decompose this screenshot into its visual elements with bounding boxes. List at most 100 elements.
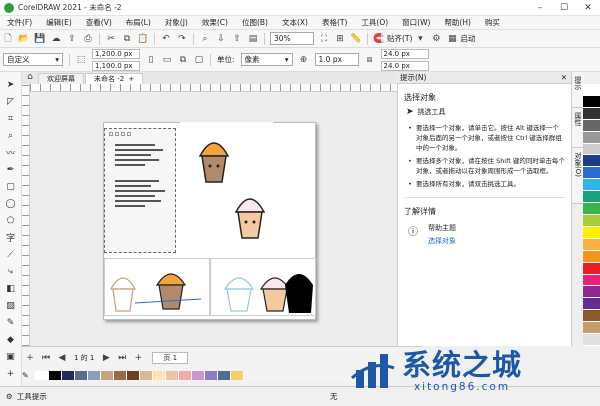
add-page-icon[interactable]: +	[23, 351, 37, 365]
gear-icon[interactable]: ⚙	[429, 32, 443, 46]
zoom-tool-icon[interactable]: ⌕	[4, 129, 18, 143]
shadow-tool-icon[interactable]: ◧	[4, 282, 18, 296]
page-tab-1[interactable]: 页 1	[152, 351, 189, 364]
palette-swatch[interactable]	[583, 286, 600, 299]
document-palette-swatch[interactable]	[218, 370, 231, 380]
launch-label[interactable]: 启动	[460, 33, 475, 44]
crop-tool-icon[interactable]: ⌗	[4, 112, 18, 126]
page-preset-select[interactable]: 自定义 ▾	[3, 53, 63, 66]
palette-swatch[interactable]	[583, 119, 600, 132]
import-icon[interactable]: ⇩	[214, 32, 228, 46]
menu-item[interactable]: 购买	[478, 17, 507, 28]
launch-icon[interactable]: ▦	[445, 32, 459, 46]
dup-x-field[interactable]: 24.0 px	[380, 48, 429, 59]
grid-icon[interactable]: ⊞	[333, 32, 347, 46]
menu-item[interactable]: 文件(F)	[0, 17, 39, 28]
cut-icon[interactable]: ✂	[104, 32, 118, 46]
document-palette-swatch[interactable]	[166, 370, 179, 380]
menu-item[interactable]: 效果(C)	[195, 17, 235, 28]
palette-swatch[interactable]	[583, 131, 600, 144]
eyedropper-tool-icon[interactable]: ✎	[4, 316, 18, 330]
menu-item[interactable]: 查看(V)	[79, 17, 119, 28]
palette-swatch[interactable]	[583, 107, 600, 120]
first-page-icon[interactable]: ⏮	[39, 351, 53, 365]
palette-swatch[interactable]	[583, 214, 600, 227]
palette-swatch[interactable]	[583, 203, 600, 215]
cloud-upload-icon[interactable]: ⇪	[65, 32, 79, 46]
document-palette-swatch[interactable]	[49, 370, 62, 380]
menu-item[interactable]: 编辑(E)	[39, 17, 79, 28]
chevron-down-icon[interactable]: ▾	[413, 32, 427, 46]
document-palette-swatch[interactable]	[75, 370, 88, 380]
menu-item[interactable]: 窗口(W)	[395, 17, 437, 28]
shape-tool-icon[interactable]: ◸	[4, 95, 18, 109]
landscape-icon[interactable]: ▭	[160, 53, 174, 67]
palette-swatch[interactable]	[583, 155, 600, 168]
color-palette[interactable]	[583, 84, 600, 346]
transparency-tool-icon[interactable]: ▨	[4, 299, 18, 313]
close-icon[interactable]: ✕	[561, 73, 567, 82]
snap-label[interactable]: 贴齐(T)	[387, 33, 412, 44]
palette-swatch[interactable]	[583, 191, 600, 204]
artistic-media-icon[interactable]: ✒	[4, 163, 18, 177]
minimize-icon[interactable]: –	[528, 0, 552, 16]
next-page-icon[interactable]: ▶	[99, 351, 113, 365]
menu-item[interactable]: 位图(B)	[235, 17, 275, 28]
open-icon[interactable]: 📂	[17, 32, 31, 46]
document-palette-swatch[interactable]	[101, 370, 114, 380]
polygon-tool-icon[interactable]: ⬠	[4, 214, 18, 228]
save-icon[interactable]: 💾	[33, 32, 47, 46]
palette-swatch[interactable]	[583, 310, 600, 323]
help-topic-link[interactable]: 选择对象	[428, 236, 456, 246]
paste-icon[interactable]: 📋	[136, 32, 150, 46]
palette-swatch[interactable]	[583, 226, 600, 239]
parallel-dimension-icon[interactable]: ⟋	[4, 248, 18, 262]
document-palette-swatch[interactable]	[36, 370, 49, 380]
interactive-fill-icon[interactable]: ◆	[4, 333, 18, 347]
redo-icon[interactable]: ↷	[175, 32, 189, 46]
document-palette-swatch[interactable]	[127, 370, 140, 380]
home-icon[interactable]: ⌂	[23, 70, 37, 84]
menu-item[interactable]: 文本(X)	[275, 17, 315, 28]
document-palette-swatch[interactable]	[192, 370, 205, 380]
cloud-icon[interactable]: ☁	[49, 32, 63, 46]
horizontal-ruler[interactable]	[30, 84, 397, 92]
palette-swatch[interactable]	[583, 95, 600, 108]
print-icon[interactable]: ⎙	[81, 32, 95, 46]
rectangle-tool-icon[interactable]: ▢	[4, 180, 18, 194]
document-palette-swatch[interactable]	[62, 370, 75, 380]
palette-swatch[interactable]	[583, 167, 600, 180]
gear-icon[interactable]: ⚙	[6, 392, 13, 401]
palette-swatch[interactable]	[583, 238, 600, 251]
palette-swatch[interactable]	[583, 322, 600, 335]
palette-swatch[interactable]	[583, 298, 600, 311]
document-palette-swatch[interactable]	[114, 370, 127, 380]
document-palette-swatch[interactable]	[153, 370, 166, 380]
menu-item[interactable]: 表格(T)	[315, 17, 354, 28]
smart-fill-icon[interactable]: ▣	[4, 350, 18, 364]
document-palette-swatch[interactable]	[140, 370, 153, 380]
palette-swatch[interactable]	[583, 262, 600, 275]
new-document-icon[interactable]: 🗋	[1, 32, 15, 46]
portrait-icon[interactable]: ▯	[144, 53, 158, 67]
add-page-end-icon[interactable]: +	[131, 351, 145, 365]
palette-swatch[interactable]	[583, 250, 600, 263]
pick-tool-icon[interactable]: ➤	[4, 78, 18, 92]
eyedropper-icon[interactable]: ✎	[22, 370, 36, 380]
palette-swatch[interactable]	[583, 179, 600, 192]
maximize-icon[interactable]: ☐	[552, 0, 576, 16]
current-page-icon[interactable]: ▢	[192, 53, 206, 67]
tab-welcome[interactable]: 欢迎屏幕	[38, 73, 84, 84]
document-palette-swatch[interactable]	[179, 370, 192, 380]
palette-swatch[interactable]	[583, 84, 600, 96]
undo-icon[interactable]: ↶	[159, 32, 173, 46]
pdf-icon[interactable]: ▤	[246, 32, 260, 46]
menu-item[interactable]: 帮助(H)	[437, 17, 478, 28]
export-icon[interactable]: ⇧	[230, 32, 244, 46]
page-height-field[interactable]: 1,100.0 px	[92, 60, 140, 71]
add-tool-icon[interactable]: +	[4, 367, 18, 381]
prev-page-icon[interactable]: ◀	[55, 351, 69, 365]
last-page-icon[interactable]: ⏭	[115, 351, 129, 365]
page-width-field[interactable]: 1,200.0 px	[92, 48, 140, 59]
search-icon[interactable]: ⌕	[198, 32, 212, 46]
